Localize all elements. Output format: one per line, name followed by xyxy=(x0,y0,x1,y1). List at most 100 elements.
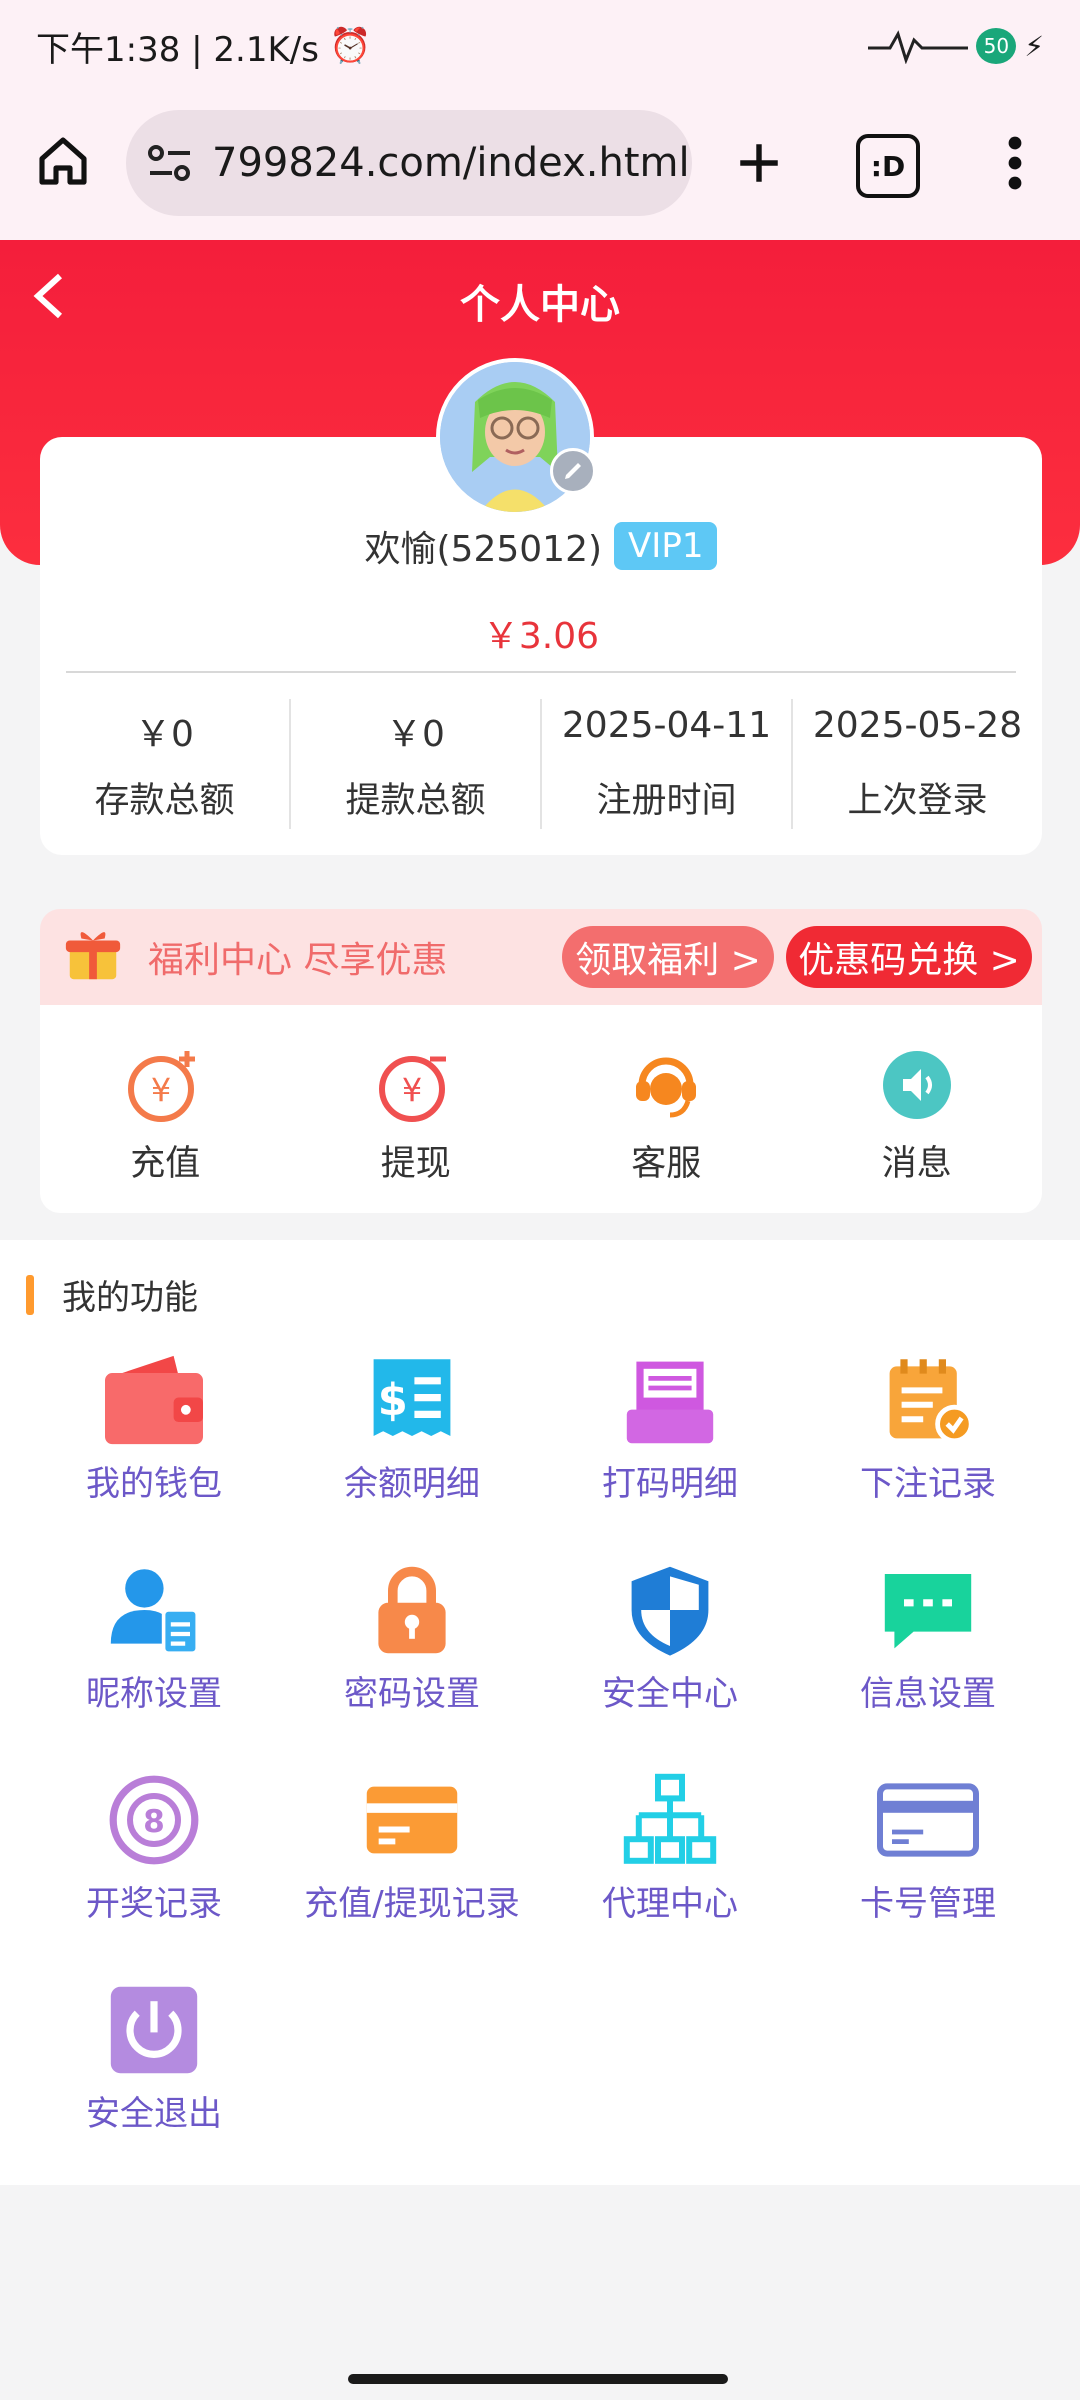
func-balance-detail[interactable]: $ 余额明细 xyxy=(283,1350,541,1505)
svg-text:¥: ¥ xyxy=(151,1071,171,1109)
card-record-icon xyxy=(355,1770,469,1870)
nickname-icon xyxy=(97,1560,211,1660)
func-label: 安全退出 xyxy=(86,2094,222,2134)
func-label: 打码明细 xyxy=(602,1464,738,1504)
edit-avatar-icon[interactable] xyxy=(550,448,596,494)
func-recharge-withdraw-record[interactable]: 充值/提现记录 xyxy=(283,1770,541,1925)
quick-customer-service[interactable]: 客服 xyxy=(541,1005,792,1213)
func-label: 余额明细 xyxy=(344,1464,480,1504)
func-label: 我的钱包 xyxy=(86,1464,222,1504)
balance-value: ￥3.06 xyxy=(482,616,600,657)
wagering-detail-icon xyxy=(613,1350,727,1450)
coupon-redeem-button[interactable]: 优惠码兑换 > xyxy=(786,926,1032,988)
welfare-text: 福利中心 尽享优惠 xyxy=(148,940,448,981)
quick-label: 充值 xyxy=(130,1144,201,1184)
stat-value: 2025-05-28 xyxy=(812,705,1023,746)
func-label: 代理中心 xyxy=(602,1884,738,1924)
browser-bar: 799824.com/index.html# :D xyxy=(0,92,1080,240)
chat-icon xyxy=(871,1560,985,1660)
func-password-setting[interactable]: 密码设置 xyxy=(283,1560,541,1715)
stat-register-time: 2025-04-11 注册时间 xyxy=(542,699,793,829)
home-indicator[interactable] xyxy=(348,2374,728,2384)
stats-row: ￥0 存款总额 ￥0 提款总额 2025-04-11 注册时间 2025-05-… xyxy=(40,699,1042,829)
svg-text:¥: ¥ xyxy=(402,1071,422,1109)
stat-withdraw-total: ￥0 提款总额 xyxy=(291,699,542,829)
func-nickname-setting[interactable]: 昵称设置 xyxy=(25,1560,283,1715)
quick-recharge[interactable]: ¥ 充值 xyxy=(40,1005,291,1213)
stat-label: 注册时间 xyxy=(596,781,737,821)
recharge-icon: ¥ xyxy=(128,1051,196,1122)
wallet-icon xyxy=(97,1350,211,1450)
func-wagering-detail[interactable]: 打码明细 xyxy=(541,1350,799,1505)
quick-label: 客服 xyxy=(631,1144,702,1184)
balance-detail-icon: $ xyxy=(355,1350,469,1450)
more-menu-icon[interactable] xyxy=(990,128,1040,198)
claim-welfare-button[interactable]: 领取福利 > xyxy=(562,926,774,988)
status-right: 50 ⚡ xyxy=(868,28,1044,64)
func-label: 卡号管理 xyxy=(860,1884,996,1924)
stat-label: 提款总额 xyxy=(345,781,486,821)
gift-icon xyxy=(65,932,121,980)
quick-withdraw[interactable]: ¥ 提现 xyxy=(291,1005,542,1213)
func-card-management[interactable]: 卡号管理 xyxy=(799,1770,1057,1925)
divider xyxy=(66,671,1016,673)
svg-text:$: $ xyxy=(378,1375,408,1425)
func-logout[interactable]: 安全退出 xyxy=(25,1980,283,2135)
heartbeat-icon xyxy=(868,30,969,64)
quick-message[interactable]: 消息 xyxy=(792,1005,1043,1213)
url-text: 799824.com/index.html# xyxy=(212,140,692,186)
quick-actions: ¥ 充值 ¥ 提现 客服 消息 xyxy=(40,1005,1042,1213)
withdraw-icon: ¥ xyxy=(378,1056,446,1122)
func-label: 安全中心 xyxy=(602,1674,738,1714)
url-bar[interactable]: 799824.com/index.html# xyxy=(126,110,692,216)
func-bet-record[interactable]: 下注记录 xyxy=(799,1350,1057,1505)
stat-value: 2025-04-11 xyxy=(561,705,772,746)
customer-service-icon xyxy=(636,1057,697,1118)
func-label: 昵称设置 xyxy=(86,1674,222,1714)
alarm-icon: ⏰ xyxy=(328,26,372,66)
func-wallet[interactable]: 我的钱包 xyxy=(25,1350,283,1505)
func-label: 信息设置 xyxy=(860,1674,996,1714)
new-tab-icon[interactable] xyxy=(724,128,794,198)
page-title: 个人中心 xyxy=(460,282,620,328)
func-security-center[interactable]: 安全中心 xyxy=(541,1560,799,1715)
status-time-speed: 下午1:38 | 2.1K/s xyxy=(36,29,319,70)
func-info-setting[interactable]: 信息设置 xyxy=(799,1560,1057,1715)
stat-value: ￥0 xyxy=(135,714,194,755)
site-settings-icon[interactable] xyxy=(146,143,194,183)
stat-last-login: 2025-05-28 上次登录 xyxy=(793,699,1042,829)
bet-record-icon xyxy=(871,1350,985,1450)
shield-icon xyxy=(613,1560,727,1660)
functions-header: 我的功能 xyxy=(26,1270,198,1319)
stat-value: ￥0 xyxy=(386,714,445,755)
title-accent-bar xyxy=(26,1274,34,1315)
home-icon[interactable] xyxy=(30,128,96,194)
status-bar: 下午1:38 | 2.1K/s ⏰ 50 ⚡ xyxy=(0,0,1080,92)
charging-icon: ⚡ xyxy=(1024,29,1044,63)
power-icon xyxy=(97,1980,211,2080)
stat-deposit-total: ￥0 存款总额 xyxy=(40,699,291,829)
tab-switcher-icon[interactable]: :D xyxy=(856,134,920,198)
battery-icon: 50 xyxy=(976,28,1017,64)
quick-label: 提现 xyxy=(380,1144,451,1184)
functions-title: 我的功能 xyxy=(62,1278,198,1318)
user-name-row: 欢愉(525012) VIP1 xyxy=(40,520,1042,572)
lottery-ball-icon: 8 xyxy=(97,1770,211,1870)
lock-icon xyxy=(355,1560,469,1660)
svg-text:8: 8 xyxy=(143,1804,165,1840)
func-lottery-record[interactable]: 8 开奖记录 xyxy=(25,1770,283,1925)
functions-panel: 我的功能 我的钱包 $ 余额明细 打码明细 下注记录 昵称设置 密码设置 安全中… xyxy=(0,1240,1080,2185)
org-chart-icon xyxy=(613,1770,727,1870)
bank-card-icon xyxy=(871,1770,985,1870)
stat-label: 上次登录 xyxy=(847,781,988,821)
vip-badge: VIP1 xyxy=(614,522,718,570)
welfare-bar: 福利中心 尽享优惠 领取福利 > 优惠码兑换 > xyxy=(40,909,1042,1005)
func-label: 下注记录 xyxy=(860,1464,996,1504)
func-label: 密码设置 xyxy=(344,1674,480,1714)
quick-label: 消息 xyxy=(881,1144,952,1184)
message-icon xyxy=(882,1051,951,1119)
func-label: 开奖记录 xyxy=(86,1884,222,1924)
stat-label: 存款总额 xyxy=(94,781,235,821)
func-agent-center[interactable]: 代理中心 xyxy=(541,1770,799,1925)
func-label: 充值/提现记录 xyxy=(304,1884,520,1924)
